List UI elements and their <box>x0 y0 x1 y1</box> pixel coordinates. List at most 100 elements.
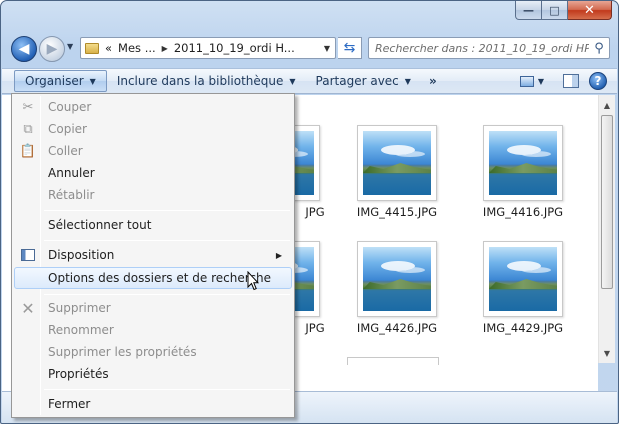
refresh-icon: ⇆ <box>343 40 356 56</box>
search-icon[interactable]: ⚲ <box>589 41 609 56</box>
menu-item-cut[interactable]: ✂ Couper <box>14 96 292 118</box>
layout-icon <box>20 247 36 263</box>
file-name: IMG_4426.JPG <box>356 321 438 335</box>
photo-image <box>489 247 557 311</box>
scroll-down-icon[interactable]: ▼ <box>599 345 615 361</box>
menu-item-label: Rétablir <box>48 188 95 202</box>
help-icon: ? <box>594 74 602 88</box>
forward-arrow-icon: ▶ <box>46 41 58 57</box>
file-thumbnail-partial[interactable] <box>347 357 439 365</box>
share-label: Partager avec <box>315 74 399 88</box>
close-icon: ✕ <box>584 2 595 18</box>
menu-item-label: Disposition <box>48 248 115 262</box>
menu-separator <box>44 294 290 295</box>
thumbnail-frame <box>483 241 563 317</box>
file-thumbnail[interactable]: IMG_4415.JPG <box>347 125 447 219</box>
breadcrumb-segment[interactable]: Mes ... <box>118 41 156 55</box>
preview-pane-button[interactable] <box>563 74 579 88</box>
menu-item-label: Sélectionner tout <box>48 218 152 232</box>
menu-item-label: Renommer <box>48 323 114 337</box>
more-commands-button[interactable]: » <box>421 70 445 92</box>
organize-label: Organiser <box>25 74 84 88</box>
search-input[interactable] <box>369 38 589 58</box>
menu-item-close[interactable]: Fermer <box>14 393 292 415</box>
search-box: ⚲ <box>368 37 610 59</box>
explorer-window: — □ ✕ ◀ ▶ ▼ « Mes ... ▶ 2011_10_19_ordi … <box>0 0 619 424</box>
include-in-library-button[interactable]: Inclure dans la bibliothèque ▼ <box>107 70 306 92</box>
breadcrumb-segment[interactable]: 2011_10_19_ordi H... <box>174 41 295 55</box>
back-button[interactable]: ◀ <box>11 36 37 62</box>
paste-icon: 📋 <box>19 143 37 159</box>
menu-item-undo[interactable]: Annuler <box>14 162 292 184</box>
vertical-scrollbar[interactable]: ▲ ▼ <box>598 95 615 363</box>
menu-item-label: Fermer <box>48 397 91 411</box>
scissors-icon: ✂ <box>22 99 34 115</box>
more-chevron-icon: » <box>428 74 437 88</box>
menu-separator <box>44 210 290 211</box>
window-controls: — □ ✕ <box>515 1 612 22</box>
thumbnail-frame <box>357 125 437 201</box>
organize-menu: ✂ Couper ⧉ Copier 📋 Coller Annuler Rétab… <box>11 93 295 418</box>
menu-item-redo[interactable]: Rétablir <box>14 184 292 206</box>
command-bar-right: ▼ ? <box>517 71 617 91</box>
menu-item-properties[interactable]: Propriétés <box>14 363 292 385</box>
back-arrow-icon: ◀ <box>18 41 30 57</box>
menu-item-copy[interactable]: ⧉ Copier <box>14 118 292 140</box>
address-dropdown-icon[interactable]: ▼ <box>324 44 330 53</box>
menu-item-label: Couper <box>48 100 92 114</box>
address-bar[interactable]: « Mes ... ▶ 2011_10_19_ordi H... ▼ <box>80 37 336 59</box>
maximize-button[interactable]: □ <box>542 1 568 20</box>
file-thumbnail[interactable]: IMG_4416.JPG <box>473 125 573 219</box>
thumbnail-frame <box>357 241 437 317</box>
copy-icon: ⧉ <box>23 121 33 137</box>
menu-item-label: Propriétés <box>48 367 109 381</box>
minimize-icon: — <box>523 3 534 17</box>
file-thumbnail[interactable]: IMG_4429.JPG <box>473 241 573 335</box>
help-button[interactable]: ? <box>589 72 607 90</box>
menu-item-label: Options des dossiers et de recherche <box>48 271 271 285</box>
scroll-up-icon[interactable]: ▲ <box>599 97 615 113</box>
chevron-down-icon: ▼ <box>289 76 296 86</box>
menu-item-label: Supprimer <box>48 301 111 315</box>
scroll-thumb[interactable] <box>601 115 613 289</box>
file-name: IMG_4415.JPG <box>356 205 438 219</box>
menu-separator <box>44 240 290 241</box>
share-with-button[interactable]: Partager avec ▼ <box>306 70 421 92</box>
file-name: IMG_4429.JPG <box>482 321 564 335</box>
menu-separator <box>44 389 290 390</box>
delete-x-icon: ✕ <box>21 298 35 318</box>
menu-item-layout[interactable]: Disposition ▶ <box>14 244 292 266</box>
menu-item-select-all[interactable]: Sélectionner tout <box>14 214 292 236</box>
photo-image <box>363 131 431 195</box>
mouse-pointer-icon <box>247 271 259 291</box>
menu-item-rename[interactable]: Renommer <box>14 319 292 341</box>
menu-item-paste[interactable]: 📋 Coller <box>14 140 292 162</box>
photo-image <box>363 247 431 311</box>
maximize-icon: □ <box>549 3 560 17</box>
menu-item-label: Coller <box>48 144 83 158</box>
menu-item-delete[interactable]: ✕ Supprimer <box>14 297 292 319</box>
refresh-button[interactable]: ⇆ <box>338 37 362 59</box>
menu-item-label: Copier <box>48 122 87 136</box>
close-button[interactable]: ✕ <box>568 1 612 20</box>
folder-icon <box>85 42 99 54</box>
address-overflow[interactable]: « <box>105 41 112 55</box>
submenu-arrow-icon: ▶ <box>275 250 282 260</box>
change-view-button[interactable]: ▼ <box>517 71 547 91</box>
file-thumbnail[interactable]: IMG_4426.JPG <box>347 241 447 335</box>
navigation-bar: ◀ ▶ ▼ « Mes ... ▶ 2011_10_19_ordi H... ▼… <box>1 28 618 68</box>
chevron-down-icon: ▼ <box>404 76 411 86</box>
minimize-button[interactable]: — <box>515 1 542 20</box>
recent-pages-dropdown[interactable]: ▼ <box>67 42 73 51</box>
command-bar: Organiser ▼ Inclure dans la bibliothèque ▼… <box>2 68 617 94</box>
chevron-down-icon: ▼ <box>89 76 96 86</box>
thumbnail-frame <box>483 125 563 201</box>
forward-button[interactable]: ▶ <box>39 36 65 62</box>
organize-button[interactable]: Organiser ▼ <box>14 70 107 92</box>
chevron-down-icon: ▼ <box>537 76 545 86</box>
breadcrumb-separator-icon[interactable]: ▶ <box>162 44 168 53</box>
file-name: IMG_4416.JPG <box>482 205 564 219</box>
menu-item-label: Supprimer les propriétés <box>48 345 197 359</box>
menu-item-label: Annuler <box>48 166 95 180</box>
menu-item-remove-properties[interactable]: Supprimer les propriétés <box>14 341 292 363</box>
